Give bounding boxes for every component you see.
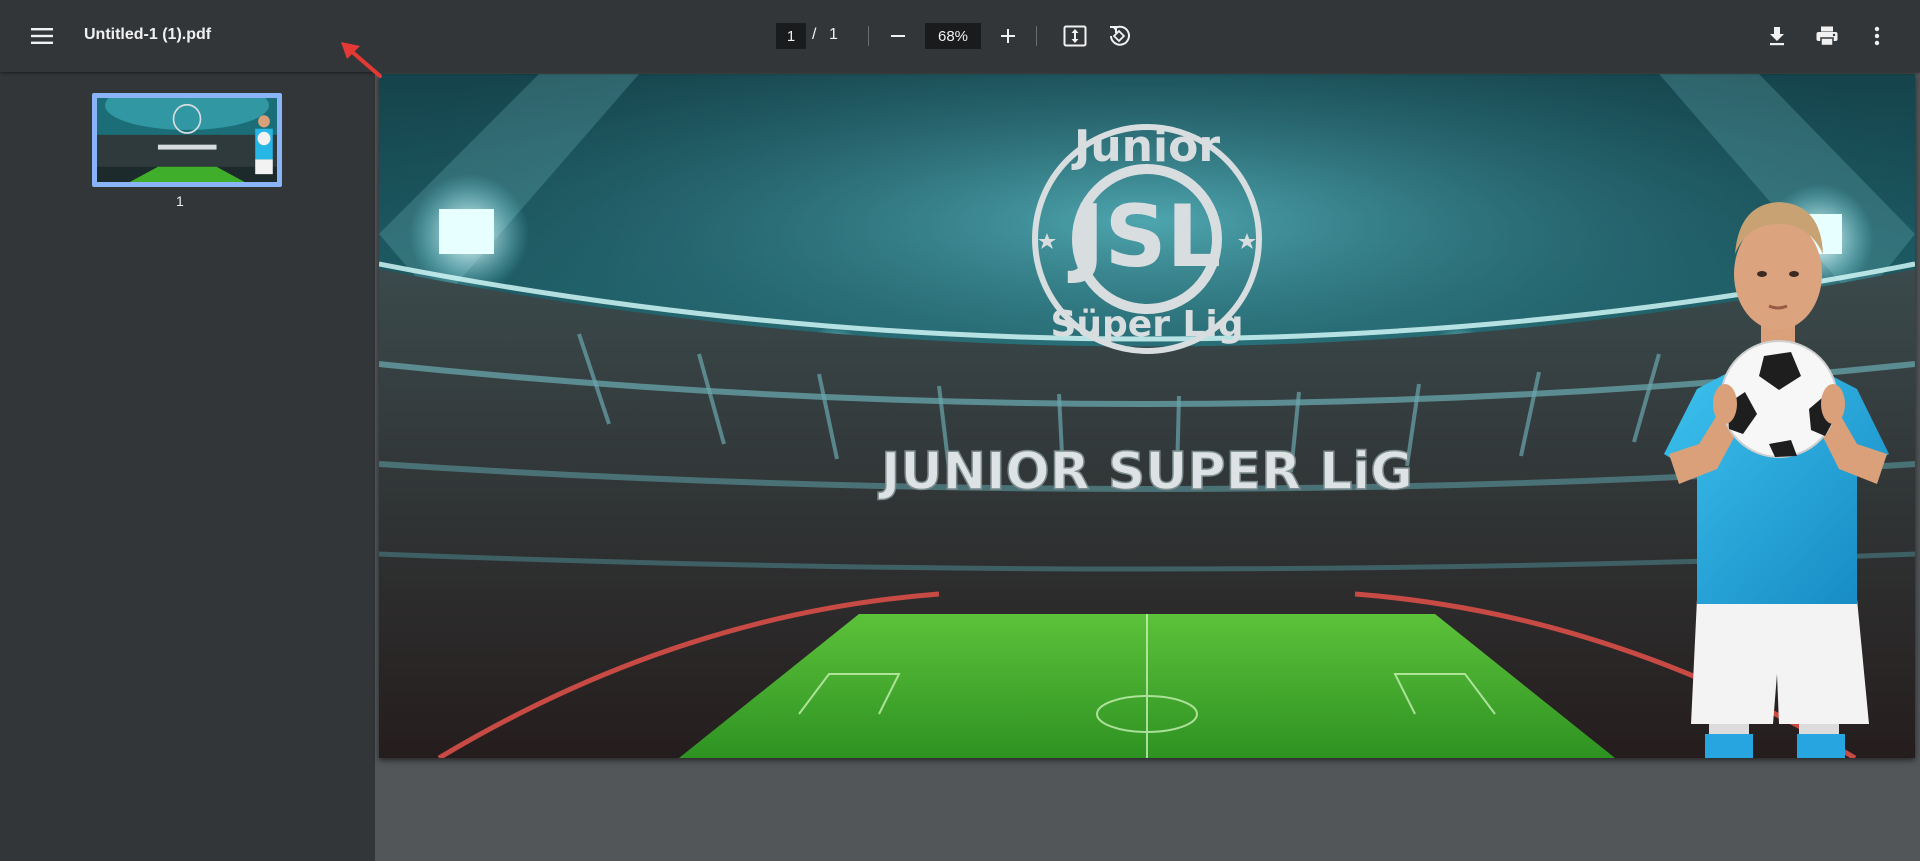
toolbar-divider: [1036, 26, 1037, 46]
svg-text:Junior: Junior: [1071, 121, 1220, 172]
page-number-input[interactable]: [776, 23, 806, 49]
stadium-banner-image: Junior JSL Süper Lig JUNIOR SUPER LiG: [379, 74, 1915, 758]
download-icon: [1770, 27, 1784, 46]
menu-button[interactable]: [22, 18, 62, 54]
print-icon: [1816, 26, 1838, 46]
more-vertical-icon: [1874, 26, 1880, 46]
thumbnail-sidebar: 1: [0, 72, 375, 861]
pdf-toolbar: Untitled-1 (1).pdf / 1: [0, 0, 1920, 72]
zoom-in-button[interactable]: [993, 20, 1023, 52]
pdf-page: Junior JSL Süper Lig JUNIOR SUPER LiG: [379, 74, 1915, 758]
hamburger-menu-icon: [31, 28, 53, 44]
toolbar-divider: [868, 26, 869, 46]
file-title: Untitled-1 (1).pdf: [84, 26, 212, 43]
svg-text:Süper Lig: Süper Lig: [1050, 304, 1243, 345]
more-actions-button[interactable]: [1862, 20, 1892, 52]
thumbnail-page-label: 1: [176, 193, 184, 209]
rotate-counterclockwise-icon: [1110, 25, 1130, 46]
thumbnail-image: [97, 98, 277, 182]
fit-to-page-button[interactable]: [1059, 20, 1091, 52]
print-button[interactable]: [1810, 20, 1844, 52]
document-viewer[interactable]: Junior JSL Süper Lig JUNIOR SUPER LiG: [375, 72, 1920, 861]
download-button[interactable]: [1761, 20, 1793, 52]
fit-to-page-icon: [1063, 25, 1087, 47]
zoom-out-button[interactable]: [883, 20, 913, 52]
rotate-button[interactable]: [1103, 20, 1135, 52]
minus-icon: [891, 35, 905, 37]
banner-title: JUNIOR SUPER LiG: [878, 442, 1413, 502]
page-separator: /: [812, 26, 817, 43]
page-total: 1: [829, 26, 838, 43]
zoom-input[interactable]: [925, 23, 981, 49]
plus-icon: [1001, 29, 1015, 43]
page-thumbnail[interactable]: [92, 93, 282, 187]
annotation-arrow-icon: [341, 42, 382, 78]
svg-text:JSL: JSL: [1068, 187, 1222, 287]
